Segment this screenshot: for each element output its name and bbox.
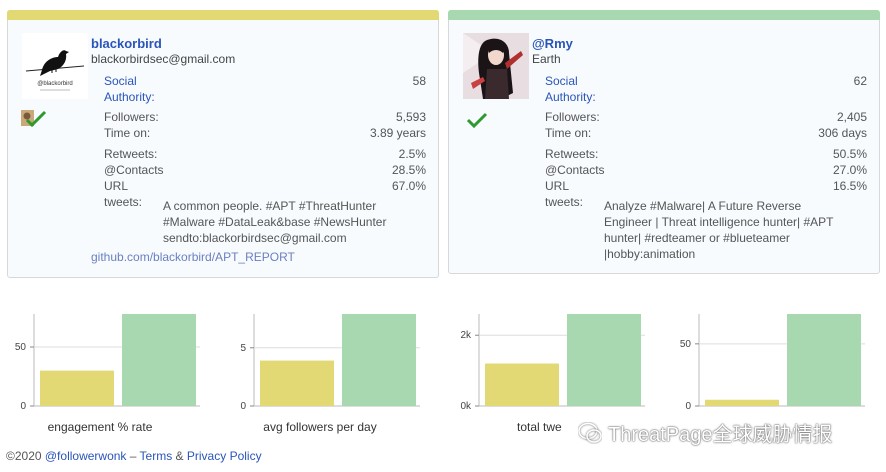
anime-avatar-icon bbox=[463, 33, 529, 99]
bar-blackorbird[interactable] bbox=[260, 360, 334, 406]
url-label: URL bbox=[545, 179, 570, 193]
bio-line: hunter| #redteamer or #blueteamer bbox=[604, 231, 790, 245]
watermark-text: ThreatPage全球威胁情报 bbox=[608, 424, 833, 446]
svg-text:@blackorbird: @blackorbird bbox=[37, 81, 72, 87]
copyright-text: ©2020 bbox=[6, 449, 45, 463]
profile-card-blackorbird: @blackorbird blackorbird blackorbirdsec@… bbox=[7, 10, 439, 278]
profile-location: blackorbirdsec@gmail.com bbox=[91, 52, 236, 66]
bar-rmy[interactable] bbox=[342, 314, 416, 406]
social-authority-label: Social bbox=[545, 74, 578, 88]
profile-username[interactable]: @Rmy bbox=[532, 36, 573, 51]
time-on-value: 306 days bbox=[818, 126, 867, 140]
bio-line: A common people. #APT #ThreatHunter bbox=[163, 199, 377, 213]
bar-rmy[interactable] bbox=[567, 314, 641, 406]
retweets-value: 50.5% bbox=[832, 147, 867, 161]
bar-blackorbird[interactable] bbox=[40, 370, 114, 406]
y-tick-label: 0 bbox=[20, 401, 26, 412]
time-on-value: 3.89 years bbox=[369, 126, 426, 140]
url-row: URL 67.0% bbox=[104, 178, 426, 194]
followers-row: Followers: 5,593 bbox=[104, 109, 426, 125]
time-on-row: Time on: 306 days bbox=[545, 125, 867, 141]
followers-value: 2,405 bbox=[836, 110, 867, 124]
contacts-value: 27.0% bbox=[832, 163, 867, 177]
retweets-row: Retweets: 50.5% bbox=[545, 146, 867, 162]
bar-rmy[interactable] bbox=[787, 314, 861, 406]
terms-link[interactable]: Terms bbox=[140, 449, 173, 463]
profile-bio: A common people. #APT #ThreatHunter #Mal… bbox=[163, 198, 386, 246]
bird-logo-icon: @blackorbird bbox=[22, 33, 88, 99]
social-authority-value: 62 bbox=[853, 74, 867, 88]
y-tick-label: 50 bbox=[680, 339, 692, 350]
followers-value: 5,593 bbox=[395, 110, 426, 124]
verified-check-icon bbox=[466, 112, 488, 131]
social-authority-row: Social Authority: 62 bbox=[545, 73, 867, 105]
contacts-row: @Contacts 28.5% bbox=[104, 162, 426, 178]
bar-blackorbird[interactable] bbox=[705, 399, 779, 406]
social-authority-row: Social Authority: 58 bbox=[104, 73, 426, 105]
social-authority-label-2: Authority: bbox=[104, 90, 155, 104]
bio-line: |hobby:animation bbox=[604, 247, 696, 261]
bar-rmy[interactable] bbox=[122, 314, 196, 406]
tweets-label: tweets: bbox=[104, 195, 143, 209]
profile-username[interactable]: blackorbird bbox=[91, 36, 162, 51]
contacts-label: @Contacts bbox=[545, 163, 605, 177]
time-on-row: Time on: 3.89 years bbox=[104, 125, 426, 141]
followerwonk-link[interactable]: @followerwonk bbox=[45, 449, 127, 463]
y-tick-label: 50 bbox=[15, 342, 27, 353]
privacy-policy-link[interactable]: Privacy Policy bbox=[187, 449, 262, 463]
profile-bio: Analyze #Malware| A Future Reverse Engin… bbox=[604, 198, 833, 262]
retweets-row: Retweets: 2.5% bbox=[104, 146, 426, 162]
social-authority-label: Social bbox=[104, 74, 137, 88]
avatar[interactable] bbox=[463, 33, 529, 99]
bar-blackorbird[interactable] bbox=[485, 363, 559, 406]
y-tick-label: 0 bbox=[240, 401, 246, 412]
profile-location: Earth bbox=[532, 52, 561, 66]
url-row: URL 16.5% bbox=[545, 178, 867, 194]
chart-xlabel: engagement % rate bbox=[47, 420, 153, 434]
retweets-label: Retweets: bbox=[545, 147, 599, 161]
social-authority-label-2: Authority: bbox=[545, 90, 596, 104]
retweets-label: Retweets: bbox=[104, 147, 158, 161]
chart-xlabel: avg followers per day bbox=[263, 420, 377, 434]
y-tick-label: 0k bbox=[460, 401, 472, 412]
profile-website-link[interactable]: github.com/blackorbird/APT_REPORT bbox=[91, 250, 295, 264]
time-on-label: Time on: bbox=[104, 126, 151, 140]
bio-line: sendto:blackorbirdsec@gmail.com bbox=[163, 231, 347, 245]
contacts-row: @Contacts 27.0% bbox=[545, 162, 867, 178]
url-value: 16.5% bbox=[832, 179, 867, 193]
time-on-label: Time on: bbox=[545, 126, 592, 140]
footer: ©2020 @followerwonk – Terms & Privacy Po… bbox=[6, 449, 262, 463]
y-tick-label: 5 bbox=[240, 343, 246, 354]
retweets-value: 2.5% bbox=[398, 147, 426, 161]
chart-avg-followers: 0 5 avg followers per day bbox=[220, 302, 420, 442]
followers-row: Followers: 2,405 bbox=[545, 109, 867, 125]
followers-label: Followers: bbox=[545, 110, 600, 124]
bio-line: Engineer | Threat intelligence hunter| #… bbox=[604, 215, 834, 229]
profile-color-bar bbox=[7, 10, 439, 20]
chart-engagement-rate: 0 50 engagement % rate bbox=[0, 302, 200, 442]
profile-color-bar bbox=[448, 10, 880, 20]
social-authority-value: 58 bbox=[412, 74, 426, 88]
contacts-value: 28.5% bbox=[391, 163, 426, 177]
chart-xlabel: total twe bbox=[517, 420, 562, 434]
footer-amp: & bbox=[172, 449, 187, 463]
y-tick-label: 2k bbox=[460, 330, 472, 341]
url-label: URL bbox=[104, 179, 129, 193]
wechat-icon bbox=[578, 422, 602, 443]
bio-line: Analyze #Malware| A Future Reverse bbox=[604, 199, 802, 213]
watermark: ThreatPage全球威胁情报 bbox=[578, 418, 833, 447]
tweets-label: tweets: bbox=[545, 195, 584, 209]
avatar[interactable]: @blackorbird bbox=[22, 33, 88, 99]
footer-dash: – bbox=[126, 449, 140, 463]
bio-line: #Malware #DataLeak&base #NewsHunter bbox=[163, 215, 387, 229]
contacts-label: @Contacts bbox=[104, 163, 164, 177]
followers-label: Followers: bbox=[104, 110, 159, 124]
verified-check-icon bbox=[21, 110, 47, 131]
url-value: 67.0% bbox=[391, 179, 426, 193]
profile-card-rmy: @Rmy Earth Social Authority: 62 Followers… bbox=[448, 10, 880, 274]
y-tick-label: 0 bbox=[685, 401, 691, 412]
